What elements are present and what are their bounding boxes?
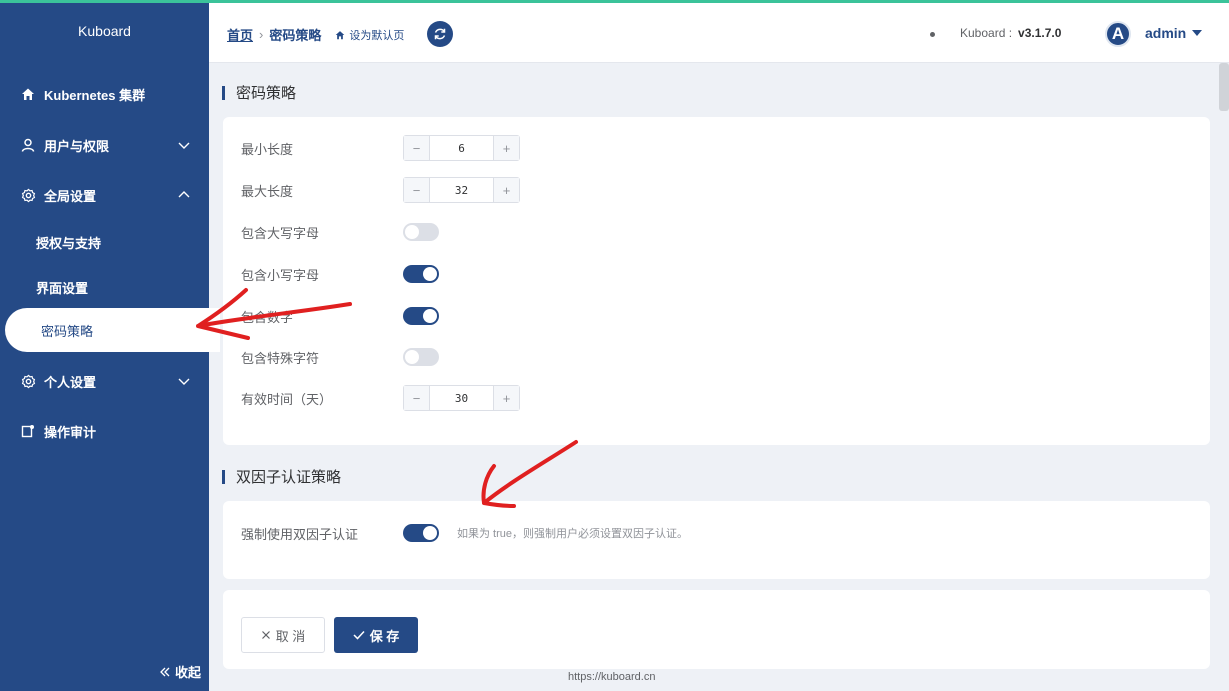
toggle-knob bbox=[423, 267, 437, 281]
max-length-label: 最大长度 bbox=[241, 183, 294, 199]
valid-days-label: 有效时间（天） bbox=[241, 391, 333, 407]
collapse-sidebar-button[interactable]: 收起 bbox=[159, 662, 201, 681]
password-policy-card: 最小长度 − 6 + 最大长度 − 32 + 包含大写字母 包含小写字母 包含数… bbox=[223, 117, 1210, 445]
lowercase-label: 包含小写字母 bbox=[241, 267, 320, 283]
min-length-stepper[interactable]: − 6 + bbox=[403, 135, 520, 161]
two-factor-card: 强制使用双因子认证 如果为 true，则强制用户必须设置双因子认证。 bbox=[223, 501, 1210, 579]
sidebar-item-label: 全局设置 bbox=[44, 188, 97, 204]
sidebar-item-label: 个人设置 bbox=[44, 374, 97, 390]
check-icon bbox=[353, 630, 365, 640]
max-length-value[interactable]: 32 bbox=[430, 178, 493, 202]
toggle-knob bbox=[423, 309, 437, 323]
force-2fa-label: 强制使用双因子认证 bbox=[241, 526, 359, 542]
increment-button[interactable]: + bbox=[493, 178, 519, 202]
sidebar-item-users[interactable]: 用户与权限 bbox=[0, 123, 209, 167]
sidebar-item-label: 授权与支持 bbox=[36, 235, 102, 251]
form-row-max-length: 最大长度 − 32 + bbox=[241, 177, 520, 203]
form-row-force-2fa: 强制使用双因子认证 如果为 true，则强制用户必须设置双因子认证。 bbox=[241, 520, 688, 546]
close-icon bbox=[261, 631, 270, 639]
form-row-min-length: 最小长度 − 6 + bbox=[241, 135, 520, 161]
lowercase-toggle[interactable] bbox=[403, 265, 439, 283]
gear-icon bbox=[20, 187, 36, 203]
save-button[interactable]: 保 存 bbox=[334, 617, 418, 653]
version-number: v3.1.7.0 bbox=[1018, 26, 1062, 40]
sidebar-item-audit[interactable]: 操作审计 bbox=[0, 409, 209, 453]
min-length-value[interactable]: 6 bbox=[430, 136, 493, 160]
sidebar-item-license[interactable]: 授权与支持 bbox=[0, 220, 209, 264]
breadcrumb-home-link[interactable]: 首页 bbox=[227, 25, 253, 44]
caret-down-icon bbox=[1192, 30, 1203, 36]
home-icon bbox=[336, 30, 345, 39]
set-default-label: 设为默认页 bbox=[349, 29, 405, 42]
form-row-lowercase: 包含小写字母 bbox=[241, 261, 439, 287]
top-header: 首页 › 密码策略 设为默认页 Kuboard : v3.1.7.0 A admi… bbox=[209, 3, 1229, 63]
valid-days-value[interactable]: 30 bbox=[430, 386, 493, 410]
toggle-knob bbox=[405, 350, 419, 364]
increment-button[interactable]: + bbox=[493, 386, 519, 410]
status-dot bbox=[930, 32, 935, 37]
sidebar-item-personal-settings[interactable]: 个人设置 bbox=[0, 359, 209, 403]
footer-link[interactable]: https://kuboard.cn bbox=[568, 671, 655, 683]
form-row-uppercase: 包含大写字母 bbox=[241, 219, 439, 245]
sidebar-item-label: 界面设置 bbox=[36, 280, 89, 296]
sidebar-item-label: 操作审计 bbox=[44, 424, 97, 440]
decrement-button[interactable]: − bbox=[404, 386, 430, 410]
avatar[interactable]: A bbox=[1105, 21, 1131, 47]
force-2fa-toggle[interactable] bbox=[403, 524, 439, 542]
user-icon bbox=[20, 137, 36, 153]
digits-toggle[interactable] bbox=[403, 307, 439, 325]
version-label: Kuboard : bbox=[960, 26, 1013, 40]
user-menu[interactable]: admin bbox=[1145, 25, 1203, 41]
form-row-digits: 包含数字 bbox=[241, 303, 439, 329]
sidebar-item-password-policy[interactable]: 密码策略 bbox=[5, 308, 220, 352]
toggle-knob bbox=[423, 526, 437, 540]
version-info: Kuboard : v3.1.7.0 bbox=[960, 26, 1061, 40]
chevron-down-icon bbox=[178, 378, 190, 385]
uppercase-toggle[interactable] bbox=[403, 223, 439, 241]
sidebar-item-label: 密码策略 bbox=[41, 324, 94, 339]
min-length-label: 最小长度 bbox=[241, 141, 294, 157]
form-row-valid-days: 有效时间（天） − 30 + bbox=[241, 385, 520, 411]
breadcrumb-separator-icon: › bbox=[259, 27, 264, 42]
username: admin bbox=[1145, 25, 1187, 41]
sidebar-item-label: 用户与权限 bbox=[44, 138, 110, 154]
sidebar-item-clusters[interactable]: Kubernetes 集群 bbox=[0, 72, 209, 116]
actions-card: 取 消 保 存 bbox=[223, 590, 1210, 669]
valid-days-stepper[interactable]: − 30 + bbox=[403, 385, 520, 411]
special-chars-toggle[interactable] bbox=[403, 348, 439, 366]
sidebar-item-label: Kubernetes 集群 bbox=[44, 87, 146, 103]
audit-icon bbox=[20, 423, 36, 439]
decrement-button[interactable]: − bbox=[404, 136, 430, 160]
breadcrumb: 首页 › 密码策略 设为默认页 bbox=[227, 25, 404, 44]
refresh-button[interactable] bbox=[427, 21, 453, 47]
save-label: 保 存 bbox=[369, 628, 400, 644]
section-title-password-policy: 密码策略 bbox=[222, 82, 296, 103]
breadcrumb-current: 密码策略 bbox=[269, 28, 322, 43]
home-icon bbox=[20, 86, 36, 102]
scrollbar[interactable] bbox=[1219, 63, 1229, 111]
section-title-two-factor: 双因子认证策略 bbox=[222, 466, 341, 487]
sidebar-item-ui-settings[interactable]: 界面设置 bbox=[0, 265, 209, 309]
double-chevron-left-icon bbox=[160, 667, 170, 676]
gear-icon bbox=[20, 373, 36, 389]
cancel-label: 取 消 bbox=[275, 628, 306, 644]
decrement-button[interactable]: − bbox=[404, 178, 430, 202]
set-default-page-button[interactable]: 设为默认页 bbox=[335, 27, 404, 43]
chevron-up-icon bbox=[178, 191, 190, 198]
increment-button[interactable]: + bbox=[493, 136, 519, 160]
max-length-stepper[interactable]: − 32 + bbox=[403, 177, 520, 203]
toggle-knob bbox=[405, 225, 419, 239]
brand-title: Kuboard bbox=[78, 23, 131, 39]
sidebar-item-global-settings[interactable]: 全局设置 bbox=[0, 173, 209, 217]
chevron-down-icon bbox=[178, 142, 190, 149]
special-chars-label: 包含特殊字符 bbox=[241, 350, 320, 366]
force-2fa-hint: 如果为 true，则强制用户必须设置双因子认证。 bbox=[457, 528, 689, 540]
digits-label: 包含数字 bbox=[241, 309, 294, 325]
form-row-special-chars: 包含特殊字符 bbox=[241, 344, 439, 370]
refresh-icon bbox=[434, 28, 446, 40]
collapse-label: 收起 bbox=[174, 665, 201, 680]
cancel-button[interactable]: 取 消 bbox=[241, 617, 325, 653]
uppercase-label: 包含大写字母 bbox=[241, 225, 320, 241]
